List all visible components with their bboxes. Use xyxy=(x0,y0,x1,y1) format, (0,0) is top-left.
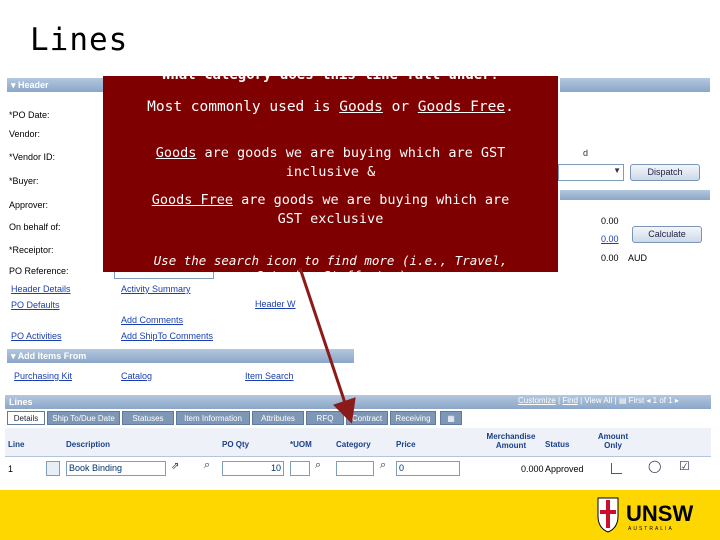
spellcheck-icon[interactable]: ⇗ xyxy=(171,461,179,472)
price-field[interactable]: 0 xyxy=(396,461,460,476)
lines-title: Lines xyxy=(9,397,33,407)
add-items-bar[interactable]: ▾ Add Items From xyxy=(7,349,354,363)
uom-field[interactable] xyxy=(290,461,310,476)
currency-label: AUD xyxy=(628,253,648,263)
receiptor-label: *Receiptor: xyxy=(9,245,54,255)
view-all-link[interactable]: View All xyxy=(584,396,612,405)
header-section-title: Header xyxy=(18,80,49,90)
col-po-qty: PO Qty xyxy=(222,440,250,449)
first-link[interactable]: First xyxy=(629,396,645,405)
item-search-link[interactable]: Item Search xyxy=(245,371,294,381)
comment-icon[interactable]: ◯ xyxy=(648,459,661,473)
on-behalf-of-label: On behalf of: xyxy=(9,222,61,232)
tab-attributes[interactable]: Attributes xyxy=(252,411,304,425)
col-amount-only: Amount Only xyxy=(597,432,629,450)
search-icon[interactable]: ⌕ xyxy=(204,459,210,472)
unsw-logo: UNSW AUSTRALIA xyxy=(597,497,693,533)
tab-item-information[interactable]: Item Information xyxy=(176,411,250,425)
col-price: Price xyxy=(396,440,416,449)
add-items-title: Add Items From xyxy=(17,351,87,361)
po-date-label: *PO Date: xyxy=(9,110,50,120)
vendor-id-label: *Vendor ID: xyxy=(9,152,56,162)
right-section-bar xyxy=(560,190,710,200)
callout-goods-desc: Goods are goods we are buying which are … xyxy=(155,145,506,161)
page-range: 1 of 1 xyxy=(652,396,673,405)
collapse-icon[interactable]: ▾ xyxy=(11,351,18,361)
approver-label: Approver: xyxy=(9,200,49,210)
description-field[interactable]: Book Binding xyxy=(66,461,166,476)
po-qty-field[interactable]: 10 xyxy=(222,461,284,476)
callout-common-line: Most commonly used is Goods or Goods Fre… xyxy=(147,99,514,115)
lines-grid-nav: Customize | Find | View All | ▤ First ◂ … xyxy=(518,396,679,405)
header-w-link[interactable]: Header W xyxy=(255,299,296,309)
schedule-icon[interactable]: ☑ xyxy=(679,459,690,473)
callout-goods-desc-2: inclusive & xyxy=(285,164,376,180)
po-activities-link[interactable]: PO Activities xyxy=(11,331,62,341)
purchasing-kit-link[interactable]: Purchasing Kit xyxy=(14,371,72,381)
chevron-down-icon: ▼ xyxy=(613,166,621,175)
callout-goods-free-desc: Goods Free are goods we are buying which… xyxy=(151,192,510,208)
vendor-label: Vendor: xyxy=(9,129,41,139)
goods-free-term: Goods Free xyxy=(417,99,506,115)
calculate-button[interactable]: Calculate xyxy=(632,226,702,243)
col-merchandise-amount: Merchandise Amount xyxy=(486,432,536,450)
unsw-wordmark: UNSW xyxy=(626,501,693,526)
po-defaults-link[interactable]: PO Defaults xyxy=(11,300,60,310)
search-icon[interactable]: ⌕ xyxy=(315,459,321,472)
status-value: Approved xyxy=(545,464,584,474)
callout-goods-free-desc-2: GST exclusive xyxy=(277,211,384,227)
add-shipto-comments-link[interactable]: Add ShipTo Comments xyxy=(121,331,213,341)
add-comments-link[interactable]: Add Comments xyxy=(121,315,183,325)
col-description: Description xyxy=(66,440,111,449)
search-icon[interactable]: ⌕ xyxy=(380,459,386,472)
tab-rfq[interactable]: RFQ xyxy=(306,411,344,425)
dispatch-button[interactable]: Dispatch xyxy=(630,164,700,181)
tab-contract[interactable]: Contract xyxy=(346,411,388,425)
line-expand-icon[interactable] xyxy=(46,461,60,476)
right-partial-label: d xyxy=(583,148,589,158)
amount-1: 0.00 xyxy=(601,216,619,226)
right-dropdown[interactable]: ▼ xyxy=(558,164,624,181)
header-right-bar xyxy=(560,78,710,92)
tab-details[interactable]: Details xyxy=(7,411,45,425)
col-uom: *UOM xyxy=(290,440,312,449)
amount-2-link[interactable]: 0.00 xyxy=(601,234,619,244)
col-status: Status xyxy=(545,440,570,449)
tab-ship-to-due-date[interactable]: Ship To/Due Date xyxy=(47,411,120,425)
header-details-link[interactable]: Header Details xyxy=(11,284,71,294)
category-callout: What Category does this line fall under?… xyxy=(103,67,558,283)
col-line: Line xyxy=(8,440,25,449)
customize-link[interactable]: Customize xyxy=(518,396,556,405)
unsw-subtitle: AUSTRALIA xyxy=(628,526,674,532)
slide-title: Lines xyxy=(30,22,129,58)
category-field[interactable] xyxy=(336,461,374,476)
find-link[interactable]: Find xyxy=(562,396,578,405)
spreadsheet-icon[interactable]: ▤ xyxy=(619,396,627,405)
activity-summary-link[interactable]: Activity Summary xyxy=(121,284,191,294)
tab-receiving[interactable]: Receiving xyxy=(390,411,436,425)
collapse-icon[interactable]: ▾ xyxy=(11,80,18,90)
po-reference-label: PO Reference: xyxy=(9,266,69,276)
merchandise-amount-value: 0.000 xyxy=(521,464,544,474)
next-icon[interactable]: ▸ xyxy=(675,396,679,405)
callout-question: What Category does this line fall under? xyxy=(161,67,500,83)
callout-search-hint-2: Catering Staff etc.) xyxy=(255,268,406,283)
amount-3: 0.00 xyxy=(601,253,619,263)
buyer-label: *Buyer: xyxy=(9,176,39,186)
line-number: 1 xyxy=(8,464,14,474)
prev-icon[interactable]: ◂ xyxy=(646,396,650,405)
unsw-crest-icon xyxy=(597,497,619,533)
callout-search-hint: Use the search icon to find more (i.e., … xyxy=(153,253,508,268)
tab-statuses[interactable]: Statuses xyxy=(122,411,174,425)
amount-only-checkbox[interactable] xyxy=(611,463,622,474)
col-category: Category xyxy=(336,440,371,449)
show-all-columns-icon[interactable]: ▦ xyxy=(440,411,462,425)
goods-term: Goods xyxy=(339,99,383,115)
catalog-link[interactable]: Catalog xyxy=(121,371,152,381)
